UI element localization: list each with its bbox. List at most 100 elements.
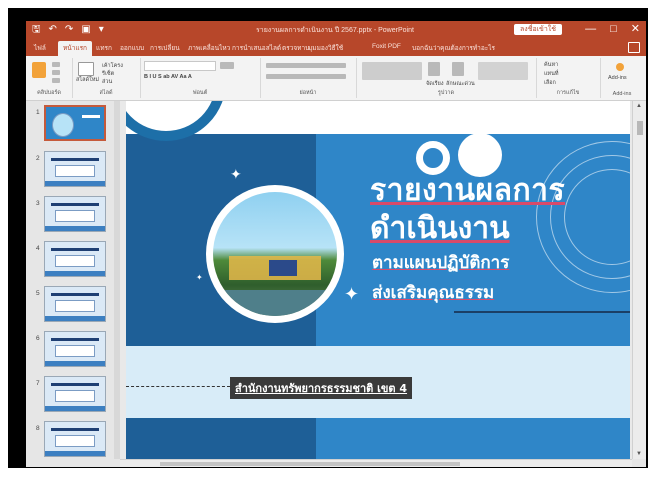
scroll-down-icon[interactable]: ▼ <box>636 451 642 457</box>
group-addins: Add-ins Add-ins <box>600 58 644 98</box>
tab-view[interactable]: มุมมอง <box>308 43 328 53</box>
slide-thumbnail[interactable] <box>44 105 106 141</box>
layout-button[interactable]: เค้าโครง <box>102 62 123 70</box>
slide-subtitle-line2[interactable]: ส่งเสริมคุณธรรม <box>372 279 494 306</box>
find-button[interactable]: ค้นหา <box>544 61 558 69</box>
slide-thumb-row-1[interactable]: 1 <box>26 105 118 149</box>
slide-thumbnail[interactable] <box>44 196 106 232</box>
comments-icon[interactable] <box>628 42 640 53</box>
quick-styles-icon[interactable] <box>452 62 464 76</box>
photo-banner <box>269 260 297 276</box>
group-slides: สไลด์ใหม่ เค้าโครง รีเซ็ต ส่วน สไลด์ <box>72 58 141 98</box>
horizontal-scrollbar[interactable] <box>120 459 632 467</box>
slide-thumb-row-7[interactable]: 7 <box>26 376 118 420</box>
sparkle-icon: ✦ <box>196 273 203 282</box>
slide-thumbnail[interactable] <box>44 286 106 322</box>
slide-scrollbar[interactable]: ▲ ▼ <box>632 101 646 459</box>
shape-fill-outline[interactable] <box>478 62 528 80</box>
horizontal-scroll-thumb[interactable] <box>160 462 460 466</box>
group-label: สไลด์ <box>99 90 113 96</box>
group-label: ย่อหน้า <box>299 90 317 96</box>
redo-icon[interactable]: ↷ <box>65 24 73 36</box>
paste-icon[interactable] <box>32 62 46 78</box>
font-name-box[interactable] <box>144 61 216 71</box>
slide-thumb-row-3[interactable]: 3 <box>26 196 118 240</box>
group-font: B I U S ab AV Aa A ฟอนต์ <box>140 58 261 98</box>
slide-thumbnail[interactable] <box>44 241 106 277</box>
new-slide-button[interactable]: สไลด์ใหม่ <box>76 76 99 84</box>
font-size-box[interactable] <box>220 62 234 69</box>
close-button[interactable]: ✕ <box>631 22 640 37</box>
group-drawing: จัดเรียง ลักษณะด่วน รูปวาด <box>356 58 537 98</box>
addins-icon[interactable] <box>616 63 624 71</box>
present-icon[interactable]: ▣ <box>81 24 90 36</box>
slide-title-line2[interactable]: ดำเนินงาน <box>370 205 510 252</box>
replace-button[interactable]: แทนที่ <box>544 70 559 78</box>
slide-number: 6 <box>36 335 40 342</box>
tab-help[interactable]: วิธีใช้ <box>328 43 343 53</box>
maximize-button[interactable]: □ <box>610 22 617 37</box>
copy-icon[interactable] <box>52 70 60 75</box>
section-button[interactable]: ส่วน <box>102 78 112 86</box>
current-slide[interactable]: ✦ ✦ ✦ รายงานผลการ ดำเนินงาน ตามแผนปฏิบัต… <box>126 101 630 459</box>
divider-line <box>454 311 630 313</box>
group-photo[interactable] <box>213 192 337 316</box>
arrange-icon[interactable] <box>428 62 440 76</box>
slide-thumb-row-8[interactable]: 8 <box>26 421 118 465</box>
slide-thumb-row-4[interactable]: 4 <box>26 241 118 285</box>
slide-editing-area: ✦ ✦ ✦ รายงานผลการ ดำเนินงาน ตามแผนปฏิบัต… <box>120 101 632 459</box>
customize-qat-icon[interactable]: ▾ <box>99 24 104 36</box>
tab-home[interactable]: หน้าแรก <box>58 41 92 56</box>
tab-animations[interactable]: ภาพเคลื่อนไหว <box>188 43 230 53</box>
slide-number: 2 <box>36 155 40 162</box>
minimize-button[interactable]: — <box>585 22 596 37</box>
cut-icon[interactable] <box>52 62 60 67</box>
reset-button[interactable]: รีเซ็ต <box>102 70 114 78</box>
align-buttons[interactable] <box>266 74 346 79</box>
slide-number: 8 <box>36 425 40 432</box>
organization-label[interactable]: สำนักงานทรัพยากรธรรมชาติ เขต 4 <box>230 377 413 399</box>
tab-file[interactable]: ไฟล์ <box>34 43 46 53</box>
addins-button[interactable]: Add-ins <box>608 75 627 81</box>
slide-thumb-row-5[interactable]: 5 <box>26 286 118 330</box>
group-label: การแก้ไข <box>556 90 580 96</box>
shapes-gallery[interactable] <box>362 62 422 80</box>
tab-foxit-pdf[interactable]: Foxit PDF <box>372 43 401 50</box>
undo-icon[interactable]: ↶ <box>49 24 57 36</box>
group-label: ฟอนต์ <box>192 90 208 96</box>
bottom-band-dark <box>126 418 316 459</box>
slide-thumbnail[interactable] <box>44 151 106 187</box>
quick-access-toolbar: 🖫 ↶ ↷ ▣ ▾ <box>32 24 104 36</box>
slide-thumbnail-panel: 1 2 3 4 5 6 7 8 <box>26 101 118 467</box>
tab-transitions[interactable]: การเปลี่ยน <box>150 43 180 53</box>
new-slide-icon[interactable] <box>78 62 94 76</box>
slide-thumb-row-6[interactable]: 6 <box>26 331 118 375</box>
arrange-button[interactable]: จัดเรียง <box>426 80 444 88</box>
group-label: Add-ins <box>612 91 632 97</box>
format-painter-icon[interactable] <box>52 78 60 83</box>
tab-design[interactable]: ออกแบบ <box>120 43 144 53</box>
powerpoint-window: 🖫 ↶ ↷ ▣ ▾ รายงานผลการดำเนินงาน ปี 2567.p… <box>26 21 646 467</box>
slide-number: 5 <box>36 290 40 297</box>
quick-styles-button[interactable]: ลักษณะด่วน <box>446 80 475 88</box>
tab-insert[interactable]: แทรก <box>96 43 112 53</box>
group-label: คลิปบอร์ด <box>37 90 61 96</box>
select-button[interactable]: เลือก <box>544 79 556 87</box>
tab-slideshow[interactable]: การนำเสนอสไลด์ <box>232 43 281 53</box>
bottom-band-blue <box>316 418 630 459</box>
scroll-thumb[interactable] <box>637 121 643 135</box>
scroll-up-icon[interactable]: ▲ <box>636 103 642 109</box>
slide-subtitle-line1[interactable]: ตามแผนปฏิบัติการ <box>372 249 509 276</box>
slide-thumbnail[interactable] <box>44 421 106 457</box>
list-buttons[interactable] <box>266 63 346 68</box>
document-title: รายงานผลการดำเนินงาน ปี 2567.pptx - Powe… <box>256 27 414 34</box>
signin-button[interactable]: ลงชื่อเข้าใช้ <box>514 24 562 35</box>
tell-me-search[interactable]: บอกฉันว่าคุณต้องการทำอะไร <box>412 43 495 53</box>
save-icon[interactable]: 🖫 <box>32 24 41 36</box>
tab-review[interactable]: ตรวจทาน <box>282 43 310 53</box>
photo-water <box>213 290 337 316</box>
slide-thumbnail[interactable] <box>44 331 106 367</box>
font-format-buttons[interactable]: B I U S ab AV Aa A <box>144 74 192 80</box>
slide-thumbnail[interactable] <box>44 376 106 412</box>
slide-thumb-row-2[interactable]: 2 <box>26 151 118 195</box>
